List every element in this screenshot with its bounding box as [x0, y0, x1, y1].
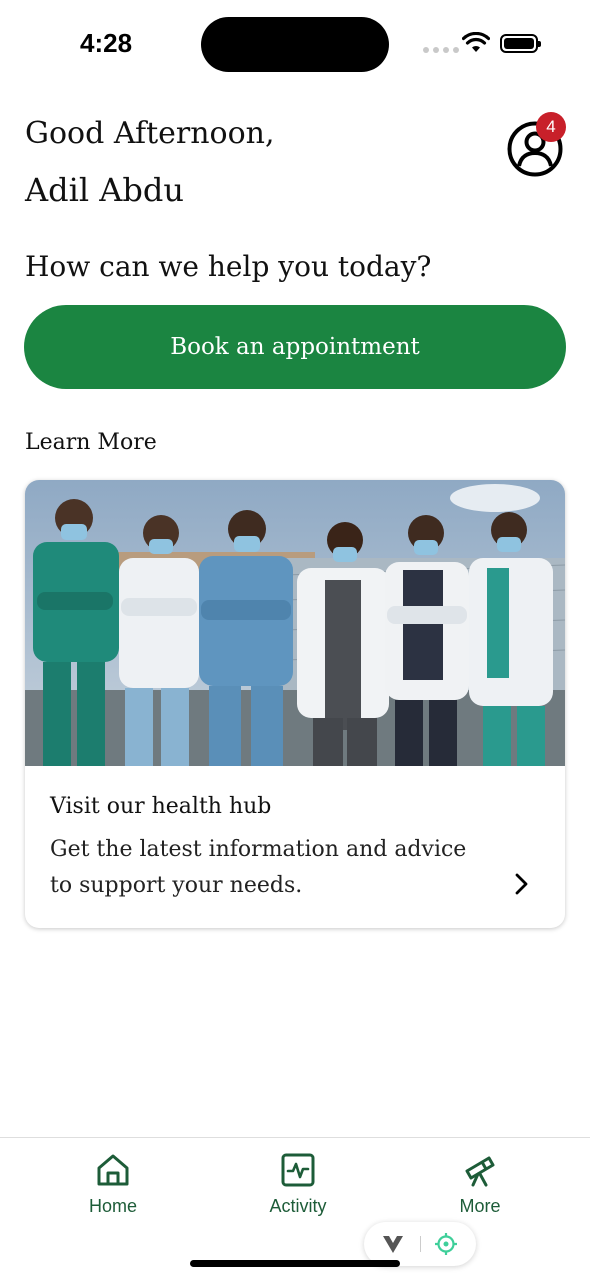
card-title: Visit our health hub — [50, 794, 272, 819]
activity-icon — [281, 1153, 315, 1187]
learn-more-heading: Learn More — [25, 430, 157, 455]
status-time: 4:28 — [80, 28, 133, 58]
tab-activity-label: Activity — [269, 1196, 327, 1216]
telescope-icon — [465, 1156, 495, 1187]
book-appointment-button[interactable]: Book an appointment — [24, 305, 566, 389]
status-bar: 4:28 — [0, 0, 590, 90]
dynamic-island — [201, 17, 389, 72]
home-indicator[interactable] — [190, 1260, 400, 1267]
toolbar-divider — [420, 1236, 421, 1252]
bottom-tab-bar: Home Activity More — [0, 1137, 590, 1280]
tab-activity[interactable]: Activity — [238, 1152, 358, 1222]
health-workers-photo — [25, 480, 565, 766]
health-hub-card[interactable]: Visit our health hub Get the latest info… — [25, 480, 565, 928]
target-icon[interactable] — [434, 1232, 458, 1256]
help-question: How can we help you today? — [25, 250, 432, 283]
tab-more-label: More — [459, 1196, 501, 1216]
user-name: Adil Abdu — [25, 171, 184, 209]
greeting-text: Good Afternoon, — [25, 116, 275, 151]
notification-badge: 4 — [536, 112, 566, 142]
v-logo-icon[interactable] — [382, 1234, 404, 1254]
battery-icon — [500, 34, 541, 53]
tab-more[interactable]: More — [420, 1152, 540, 1222]
cellular-signal-icon — [423, 47, 459, 53]
home-icon — [97, 1154, 129, 1186]
card-description: Get the latest information and advice to… — [50, 837, 467, 898]
tab-home[interactable]: Home — [53, 1152, 173, 1222]
chevron-right-icon[interactable] — [509, 872, 533, 896]
tab-home-label: Home — [88, 1196, 137, 1216]
wifi-icon — [462, 32, 490, 52]
